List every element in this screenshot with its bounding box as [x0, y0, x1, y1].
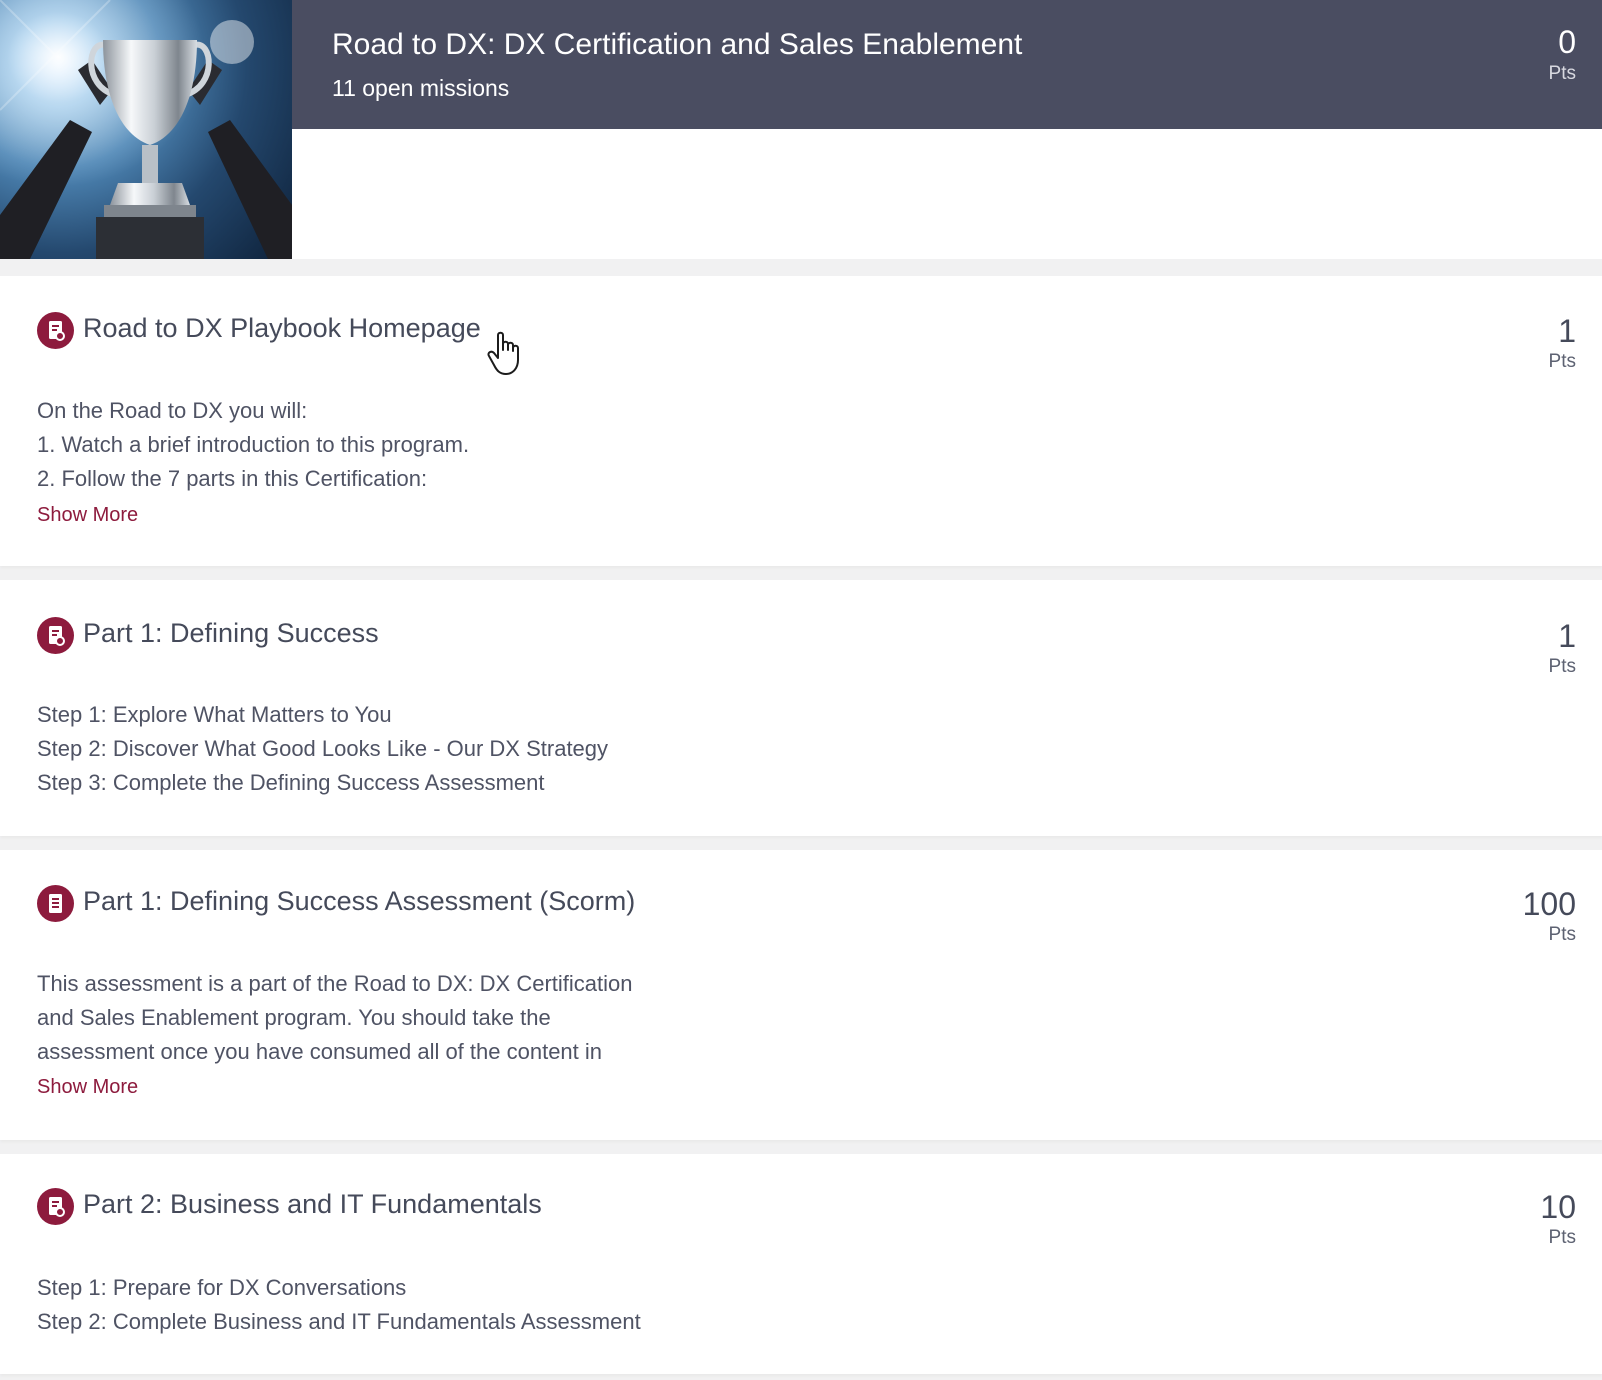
mission-card[interactable]: Part 2: Business and IT Fundamentals 10 … [0, 1154, 1602, 1374]
mission-title[interactable]: Part 1: Defining Success [83, 615, 379, 651]
mission-title[interactable]: Road to DX Playbook Homepage [83, 310, 481, 346]
mission-points-value: 1 [1558, 618, 1576, 654]
mission-title[interactable]: Part 2: Business and IT Fundamentals [83, 1186, 542, 1222]
description-line: Step 2: Discover What Good Looks Like - … [37, 736, 609, 761]
description-line: This assessment is a part of the Road to… [37, 971, 633, 996]
mission-points: 1 Pts [1549, 617, 1576, 679]
description-line: On the Road to DX you will: [37, 398, 308, 423]
mission-points-value: 1 [1558, 313, 1576, 349]
mission-points: 100 Pts [1523, 885, 1576, 947]
playbook-icon [37, 1188, 74, 1225]
mission-points: 1 Pts [1549, 312, 1576, 374]
description-line: Step 1: Prepare for DX Conversations [37, 1275, 407, 1300]
description-line: and Sales Enablement program. You should… [37, 1005, 551, 1030]
description-line: 1. Watch a brief introduction to this pr… [37, 432, 470, 457]
mission-points-value: 10 [1540, 1189, 1576, 1225]
description-line: assessment once you have consumed all of… [37, 1039, 603, 1064]
description-line: Step 2: Complete Business and IT Fundame… [37, 1309, 641, 1334]
mission-description: On the Road to DX you will: 1. Watch a b… [37, 394, 697, 496]
mission-card[interactable]: Road to DX Playbook Homepage 1 Pts On th… [0, 276, 1602, 566]
trophy-image [0, 0, 292, 259]
description-line: 2. Follow the 7 parts in this Certificat… [37, 466, 428, 491]
mission-description: Step 1: Explore What Matters to You Step… [37, 698, 697, 800]
program-points: 0 Pts [1549, 22, 1576, 86]
mission-card[interactable]: Part 1: Defining Success Assessment (Sco… [0, 850, 1602, 1140]
program-points-value: 0 [1558, 24, 1576, 60]
mission-points-label: Pts [1548, 924, 1576, 945]
mission-description: This assessment is a part of the Road to… [37, 967, 697, 1069]
program-points-label: Pts [1548, 63, 1576, 84]
mission-points-label: Pts [1548, 656, 1576, 677]
mission-description: Step 1: Prepare for DX Conversations Ste… [37, 1271, 697, 1339]
program-banner: Road to DX: DX Certification and Sales E… [292, 0, 1602, 129]
mission-points: 10 Pts [1540, 1188, 1576, 1250]
program-hero-image [0, 0, 292, 259]
description-line: Step 1: Explore What Matters to You [37, 702, 392, 727]
program-title: Road to DX: DX Certification and Sales E… [332, 28, 1023, 61]
description-line: Step 3: Complete the Defining Success As… [37, 770, 545, 795]
mission-points-label: Pts [1548, 351, 1576, 372]
playbook-icon [37, 617, 74, 654]
document-icon [37, 885, 74, 922]
show-more-link[interactable]: Show More [37, 1074, 138, 1100]
mission-points-label: Pts [1548, 1227, 1576, 1248]
mission-title[interactable]: Part 1: Defining Success Assessment (Sco… [83, 883, 635, 919]
show-more-link[interactable]: Show More [37, 502, 138, 528]
playbook-icon [37, 312, 74, 349]
program-header: Road to DX: DX Certification and Sales E… [0, 0, 1602, 259]
hand-cursor-icon [487, 331, 519, 375]
mission-card[interactable]: Part 1: Defining Success 1 Pts Step 1: E… [0, 580, 1602, 836]
mission-points-value: 100 [1522, 886, 1576, 922]
open-missions-count: 11 open missions [332, 75, 510, 101]
